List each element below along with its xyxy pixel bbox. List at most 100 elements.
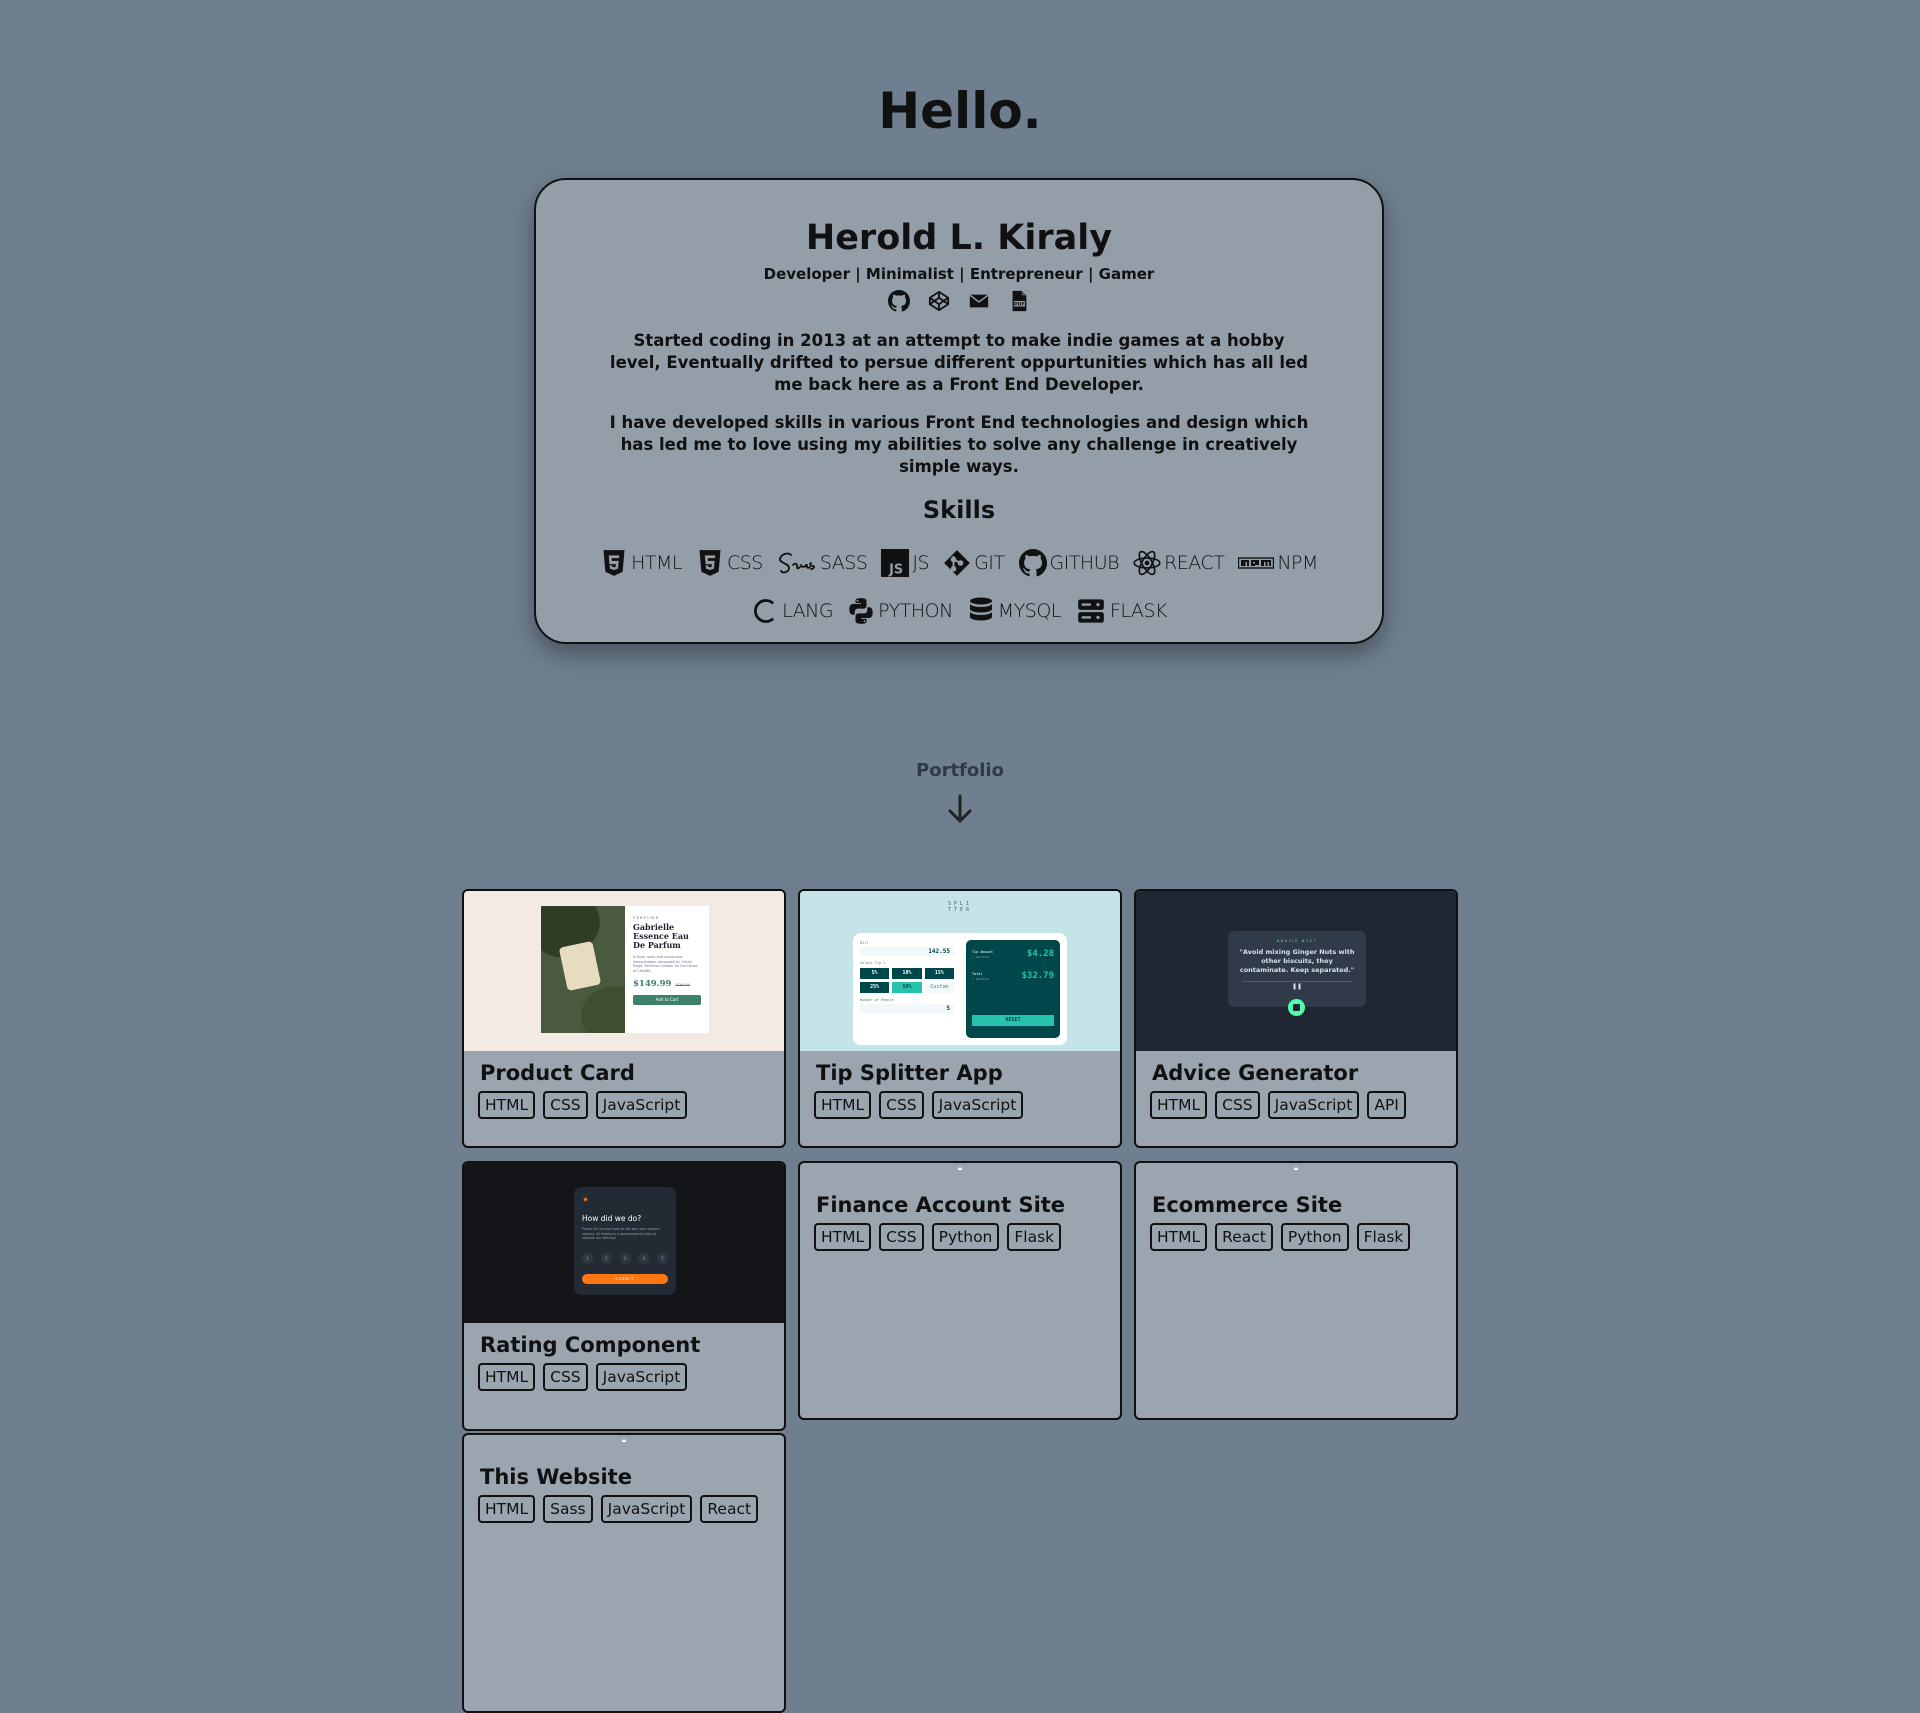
project-card-advice-generator[interactable]: ADVICE #117 "Avoid mixing Ginger Nuts wi…	[1134, 889, 1458, 1148]
tag: React	[1215, 1223, 1273, 1251]
server-icon	[1078, 599, 1104, 623]
c-icon	[754, 599, 775, 623]
project-thumbnail: ADVICE #117 "Avoid mixing Ginger Nuts wi…	[1136, 891, 1456, 1051]
skill-label: MYSQL	[997, 600, 1062, 622]
project-tags: HTML CSS JavaScript	[478, 1363, 784, 1391]
project-card-product-card[interactable]: PERFUME Gabrielle Essence Eau De Parfum …	[462, 889, 786, 1148]
tag: JavaScript	[1267, 1091, 1360, 1119]
tag: API	[1367, 1091, 1406, 1119]
tag: Python	[1280, 1223, 1349, 1251]
skill-react: REACT	[1133, 548, 1225, 578]
skill-label: NPM	[1277, 552, 1318, 574]
rating-body: Please let us know how we did with your …	[582, 1227, 660, 1240]
project-card-tip-splitter[interactable]: SPLI TTER Bill 142.55 Select Tip % 5% 10…	[798, 889, 1122, 1148]
git-icon	[944, 550, 970, 576]
tag: HTML	[478, 1363, 536, 1391]
project-title: This Website	[480, 1465, 632, 1489]
tag: CSS	[543, 1091, 588, 1119]
project-card-ecommerce-site[interactable]: Ecommerce Site HTML React Python Flask	[1134, 1161, 1458, 1420]
tag: HTML	[814, 1223, 872, 1251]
skill-label: LANG	[782, 600, 834, 622]
tag: JavaScript	[595, 1091, 688, 1119]
skill-label: HTML	[631, 552, 682, 574]
arrow-down-icon[interactable]	[946, 793, 974, 825]
tag: React	[700, 1495, 759, 1523]
skills-heading: Skills	[922, 496, 996, 524]
github-icon	[1018, 549, 1047, 577]
project-title: Advice Generator	[1152, 1061, 1359, 1085]
npm-icon	[1238, 557, 1275, 569]
project-title: Tip Splitter App	[816, 1061, 1003, 1085]
portfolio-label: Portfolio	[916, 760, 1004, 781]
tag: Python	[931, 1223, 1000, 1251]
skill-npm: NPM	[1238, 548, 1318, 578]
email-link[interactable]	[968, 290, 990, 312]
tag: CSS	[879, 1091, 924, 1119]
profile-tagline: Developer | Minimalist | Entrepreneur | …	[763, 265, 1155, 283]
tag: JavaScript	[600, 1495, 693, 1523]
product-price: $149.99	[633, 979, 672, 989]
skill-mysql: MYSQL	[967, 596, 1061, 626]
project-tags: HTML CSS JavaScript	[478, 1091, 784, 1119]
svg-text:PDF: PDF	[1014, 302, 1025, 308]
tag: JavaScript	[931, 1091, 1024, 1119]
add-to-cart-button: Add to Cart	[633, 995, 701, 1005]
project-title: Rating Component	[480, 1333, 701, 1357]
svg-text:JS: JS	[889, 563, 904, 578]
project-card-rating-component[interactable]: How did we do? Please let us know how we…	[462, 1161, 786, 1431]
profile-name: Herold L. Kiraly	[805, 218, 1113, 258]
skill-label: GIT	[974, 552, 1005, 574]
project-title: Finance Account Site	[816, 1193, 1066, 1217]
greeting-heading: Hello.	[878, 82, 1042, 140]
skill-c: LANG	[751, 596, 834, 626]
project-tags: HTML React Python Flask	[1150, 1223, 1456, 1251]
product-category: PERFUME	[633, 916, 660, 920]
tag: CSS	[1215, 1091, 1260, 1119]
tag: Sass	[543, 1495, 593, 1523]
tag: JavaScript	[595, 1363, 688, 1391]
resume-pdf-link[interactable]: PDF	[1008, 290, 1030, 312]
product-description: A floral, solar and voluptuous interpret…	[633, 955, 698, 973]
skill-python: PYTHON	[847, 596, 953, 626]
project-card-this-website[interactable]: This Website HTML Sass JavaScript React	[462, 1433, 786, 1713]
rating-question: How did we do?	[582, 1214, 642, 1223]
tag: HTML	[478, 1091, 536, 1119]
skill-css: CSS	[696, 548, 763, 578]
rating-submit-button: SUBMIT	[582, 1274, 668, 1284]
image-placeholder-icon	[957, 1167, 963, 1170]
codepen-icon	[928, 290, 950, 312]
tag: Flask	[1356, 1223, 1411, 1251]
project-thumbnail: PERFUME Gabrielle Essence Eau De Parfum …	[464, 891, 784, 1051]
skill-label: SASS	[819, 552, 868, 574]
github-link[interactable]	[888, 290, 910, 312]
image-placeholder-icon	[1293, 1167, 1299, 1170]
product-old-price: $169.99	[675, 983, 690, 987]
project-tags: HTML Sass JavaScript React	[478, 1495, 784, 1523]
project-card-finance-account-site[interactable]: Finance Account Site HTML CSS Python Fla…	[798, 1161, 1122, 1420]
skill-label: CSS	[726, 552, 763, 574]
skill-html: HTML	[600, 548, 682, 578]
advice-heading: ADVICE #117	[1276, 939, 1318, 943]
project-tags: HTML CSS JavaScript	[814, 1091, 1120, 1119]
tag: HTML	[1150, 1223, 1208, 1251]
project-thumbnail: How did we do? Please let us know how we…	[464, 1163, 784, 1323]
skill-git: GIT	[943, 548, 1005, 578]
skill-label: PYTHON	[878, 600, 953, 622]
project-thumbnail: SPLI TTER Bill 142.55 Select Tip % 5% 10…	[800, 891, 1120, 1051]
project-title: Product Card	[480, 1061, 635, 1085]
skill-label: JS	[912, 552, 930, 574]
tag: HTML	[1150, 1091, 1208, 1119]
tag: Flask	[1007, 1223, 1062, 1251]
advice-quote: "Avoid mixing Ginger Nuts with other bis…	[1239, 948, 1355, 974]
database-icon	[969, 597, 992, 621]
project-tags: HTML CSS Python Flask	[814, 1223, 1120, 1251]
bio-paragraph-2: I have developed skills in various Front…	[609, 413, 1309, 476]
codepen-link[interactable]	[928, 290, 950, 312]
image-placeholder-icon	[621, 1439, 627, 1442]
tag: CSS	[543, 1363, 588, 1391]
skill-label: REACT	[1164, 552, 1225, 574]
skills-list: HTML CSS SASS JS JS GIT GITHUB REACT NPM	[564, 548, 1354, 626]
skill-github: GITHUB	[1018, 548, 1120, 578]
github-icon	[888, 290, 910, 312]
skill-flask: FLASK	[1075, 596, 1167, 626]
